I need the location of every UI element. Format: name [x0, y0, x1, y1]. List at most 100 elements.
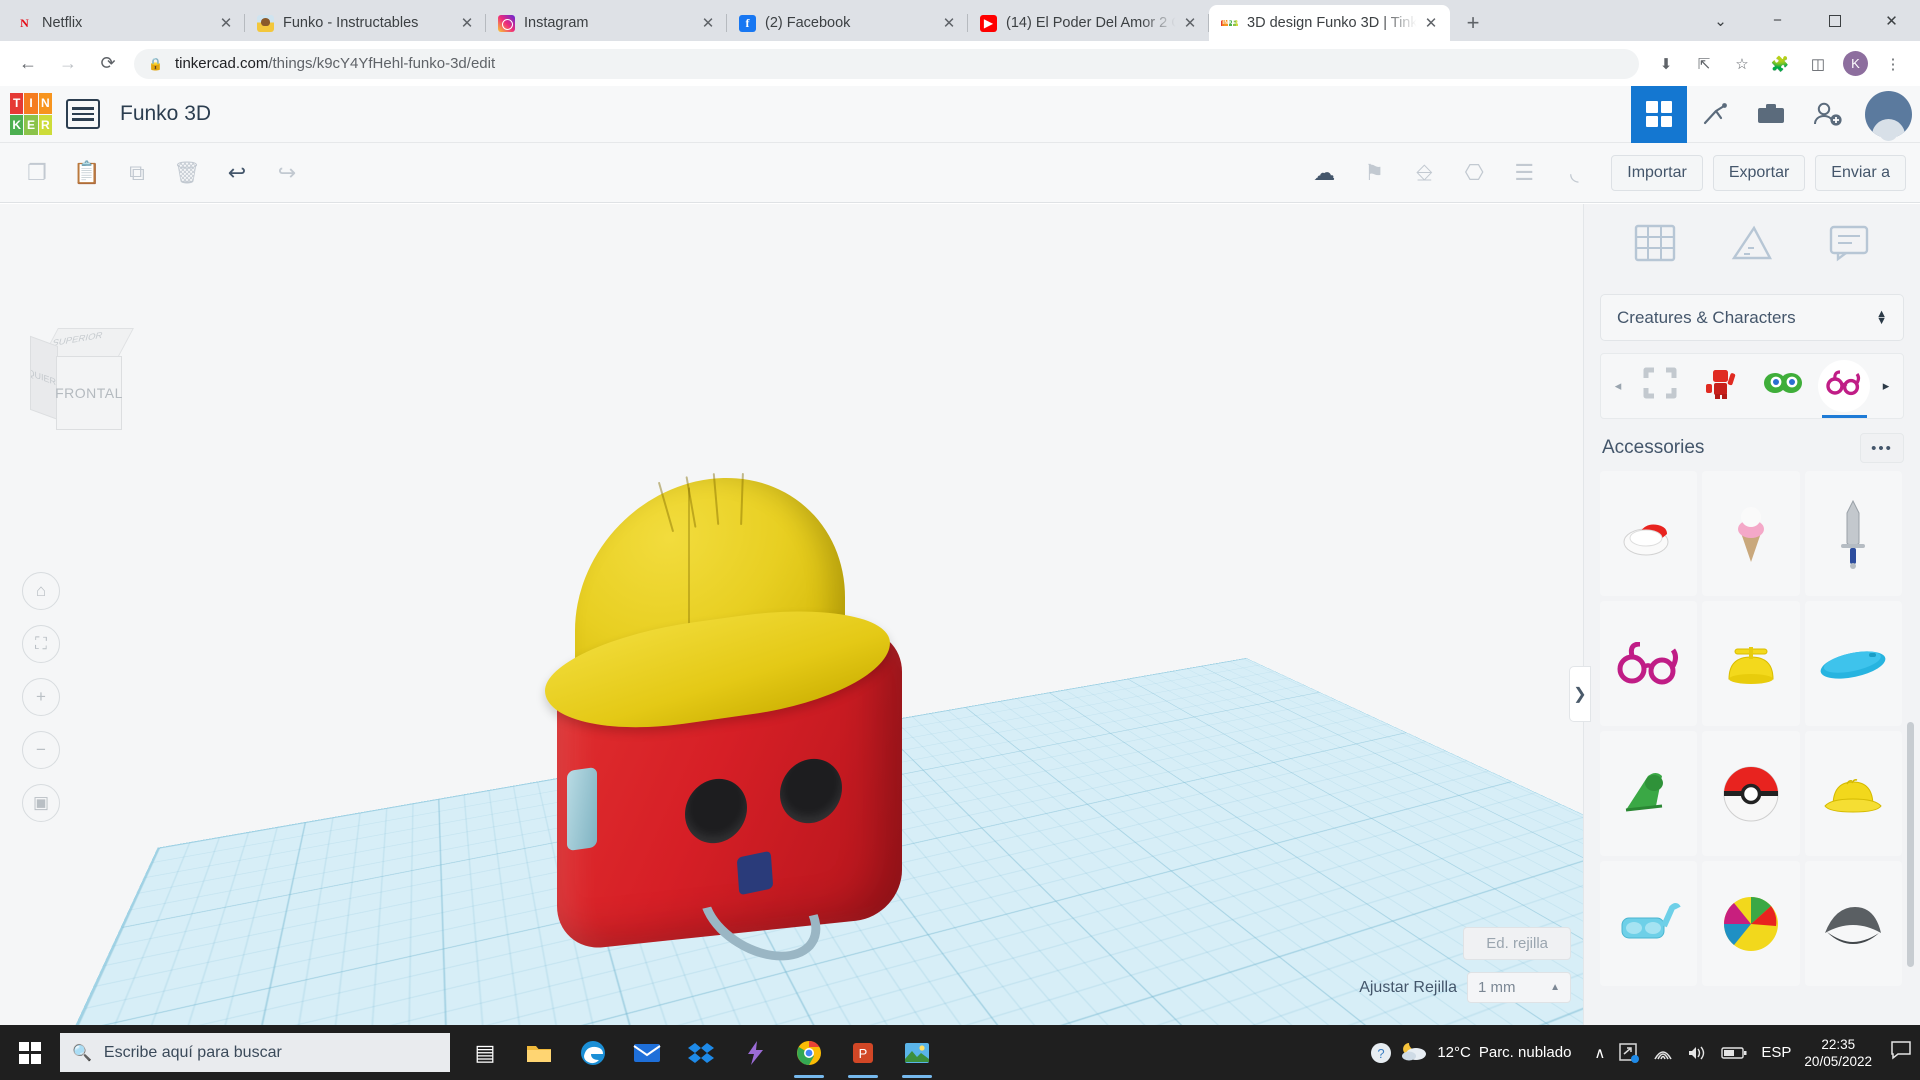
bookmark-star-icon[interactable]: ☆	[1727, 49, 1757, 79]
speaker-icon[interactable]	[1687, 1044, 1707, 1062]
onedrive-icon[interactable]	[1619, 1043, 1639, 1063]
taskbar-app-microsoft-edge[interactable]	[566, 1025, 620, 1080]
minimize-button[interactable]: −	[1749, 0, 1806, 41]
more-options-button[interactable]: •••	[1860, 433, 1904, 463]
gallery-icon[interactable]	[1743, 86, 1799, 143]
ruler-icon[interactable]	[1724, 218, 1780, 268]
shapes-grid-icon[interactable]	[1627, 218, 1683, 268]
clock[interactable]: 22:35 20/05/2022	[1804, 1036, 1872, 1070]
light-icon[interactable]: ⚑	[1351, 150, 1397, 196]
windows-start-icon[interactable]	[0, 1025, 60, 1080]
profile-avatar[interactable]: K	[1843, 51, 1868, 76]
3d-workspace-canvas[interactable]: SUPERIOR IZQUIERDA FRONTAL ⌂ ⛶ + − ▣	[0, 204, 1583, 1025]
copy-icon[interactable]: ❐	[14, 150, 60, 196]
shape-swim-fin[interactable]	[1600, 731, 1697, 856]
new-tab-button[interactable]: +	[1456, 6, 1490, 40]
browser-tab[interactable]: N Netflix ✕	[4, 5, 245, 41]
align-icon[interactable]: ☰	[1501, 150, 1547, 196]
funko-figure-model[interactable]	[545, 459, 965, 1009]
address-bar[interactable]: 🔒 tinkercad.com/things/k9cY4YfHehl-funko…	[134, 49, 1639, 79]
browser-tab[interactable]: Funko - Instructables ✕	[245, 5, 486, 41]
search-input[interactable]: 🔍 Escribe aquí para buscar	[60, 1033, 450, 1072]
taskbar-app-file-explorer[interactable]	[512, 1025, 566, 1080]
chrome-menu-button[interactable]: ⋮	[1878, 49, 1908, 79]
shape-pirate-hat[interactable]	[1805, 861, 1902, 986]
tab-close-button[interactable]: ✕	[938, 12, 960, 34]
close-window-button[interactable]: ✕	[1863, 0, 1920, 41]
subcategory-glasses[interactable]	[1814, 354, 1876, 418]
sidepanel-icon[interactable]: ◫	[1803, 49, 1833, 79]
task-view-icon[interactable]: ▤	[458, 1025, 512, 1080]
taskbar-app-mail[interactable]	[620, 1025, 674, 1080]
shape-sword[interactable]	[1805, 471, 1902, 596]
shape-hard-hat[interactable]	[1805, 731, 1902, 856]
edit-grid-button[interactable]: Ed. rejilla	[1463, 927, 1571, 960]
tab-close-button[interactable]: ✕	[215, 12, 237, 34]
shape-category-select[interactable]: Creatures & Characters ▲▼	[1600, 294, 1904, 341]
mirror-icon[interactable]: ◟	[1551, 150, 1597, 196]
duplicate-icon[interactable]: ⧉	[114, 150, 160, 196]
undo-icon[interactable]: ↩	[214, 150, 260, 196]
battery-icon[interactable]	[1721, 1046, 1747, 1060]
export-button[interactable]: Exportar	[1713, 155, 1805, 191]
tab-close-button[interactable]: ✕	[1420, 12, 1442, 34]
send-to-button[interactable]: Enviar a	[1815, 155, 1906, 191]
forward-button[interactable]: →	[51, 47, 85, 81]
project-menu-button[interactable]	[66, 99, 100, 129]
panel-collapse-handle[interactable]: ❯	[1569, 666, 1591, 722]
help-circle-icon[interactable]: ?	[1370, 1042, 1392, 1064]
shape-snorkel-mask[interactable]	[1600, 861, 1697, 986]
fit-all-icon[interactable]: ⛶	[22, 625, 60, 663]
tray-chevron-icon[interactable]: ∧	[1594, 1044, 1605, 1062]
notes-icon[interactable]	[1821, 218, 1877, 268]
tab-close-button[interactable]: ✕	[456, 12, 478, 34]
notification-icon[interactable]	[1890, 1040, 1912, 1065]
browser-tab-active[interactable]: TIN KER 3D design Funko 3D | Tinke ✕	[1209, 5, 1450, 41]
maximize-button[interactable]	[1806, 0, 1863, 41]
redo-icon[interactable]: ↪	[264, 150, 310, 196]
next-arrow-icon[interactable]: ▸	[1875, 378, 1897, 394]
subcategory-all-shapes[interactable]	[1629, 354, 1691, 418]
ungroup-icon[interactable]: ⎔	[1451, 150, 1497, 196]
tab-search-chevron-icon[interactable]: ⌄	[1692, 0, 1749, 41]
shape-baseball-cap[interactable]	[1600, 471, 1697, 596]
browser-tab[interactable]: Instagram ✕	[486, 5, 727, 41]
browser-tab[interactable]: ▶ (14) El Poder Del Amor 2 Ca ✕	[968, 5, 1209, 41]
view-cube-front-face[interactable]: FRONTAL	[56, 356, 122, 430]
subcategory-robot-character[interactable]	[1691, 354, 1753, 418]
import-button[interactable]: Importar	[1611, 155, 1703, 191]
taskbar-app-dropbox[interactable]	[674, 1025, 728, 1080]
zoom-in-icon[interactable]: +	[22, 678, 60, 716]
group-icon[interactable]: ⎒	[1401, 150, 1447, 196]
taskbar-app-google-chrome[interactable]	[782, 1025, 836, 1080]
shape-propeller-beanie[interactable]	[1702, 601, 1799, 726]
dashboard-grid-icon[interactable]	[1631, 86, 1687, 143]
subcategory-eyes[interactable]	[1752, 354, 1814, 418]
invite-user-icon[interactable]	[1799, 86, 1855, 143]
tab-close-button[interactable]: ✕	[1179, 12, 1201, 34]
home-view-icon[interactable]: ⌂	[22, 572, 60, 610]
taskbar-app-photos[interactable]	[890, 1025, 944, 1080]
back-button[interactable]: ←	[11, 47, 45, 81]
wifi-icon[interactable]	[1653, 1044, 1673, 1061]
taskbar-app-powerpoint[interactable]: P	[836, 1025, 890, 1080]
language-indicator[interactable]: ESP	[1761, 1044, 1791, 1061]
zoom-out-icon[interactable]: −	[22, 731, 60, 769]
shape-ice-cream-cone[interactable]	[1702, 471, 1799, 596]
tinkercad-logo-icon[interactable]: T I N K E R	[10, 93, 52, 135]
browser-tab[interactable]: f (2) Facebook ✕	[727, 5, 968, 41]
avatar[interactable]	[1865, 91, 1912, 138]
tab-close-button[interactable]: ✕	[697, 12, 719, 34]
panel-scrollbar[interactable]	[1907, 722, 1914, 967]
shape-poke-ball[interactable]	[1702, 731, 1799, 856]
hide-show-icon[interactable]: ☁	[1301, 150, 1347, 196]
snap-grid-select[interactable]: 1 mm ▲	[1467, 972, 1571, 1003]
weather-widget[interactable]: 12°C Parc. nublado	[1399, 1040, 1571, 1066]
shape-beach-ball[interactable]	[1702, 861, 1799, 986]
prev-arrow-icon[interactable]: ◂	[1607, 378, 1629, 394]
extensions-puzzle-icon[interactable]: 🧩	[1765, 49, 1795, 79]
reload-button[interactable]: ⟳	[91, 47, 125, 81]
share-icon[interactable]: ⇱	[1689, 49, 1719, 79]
codeblocks-icon[interactable]	[1687, 86, 1743, 143]
ortho-perspective-icon[interactable]: ▣	[22, 784, 60, 822]
